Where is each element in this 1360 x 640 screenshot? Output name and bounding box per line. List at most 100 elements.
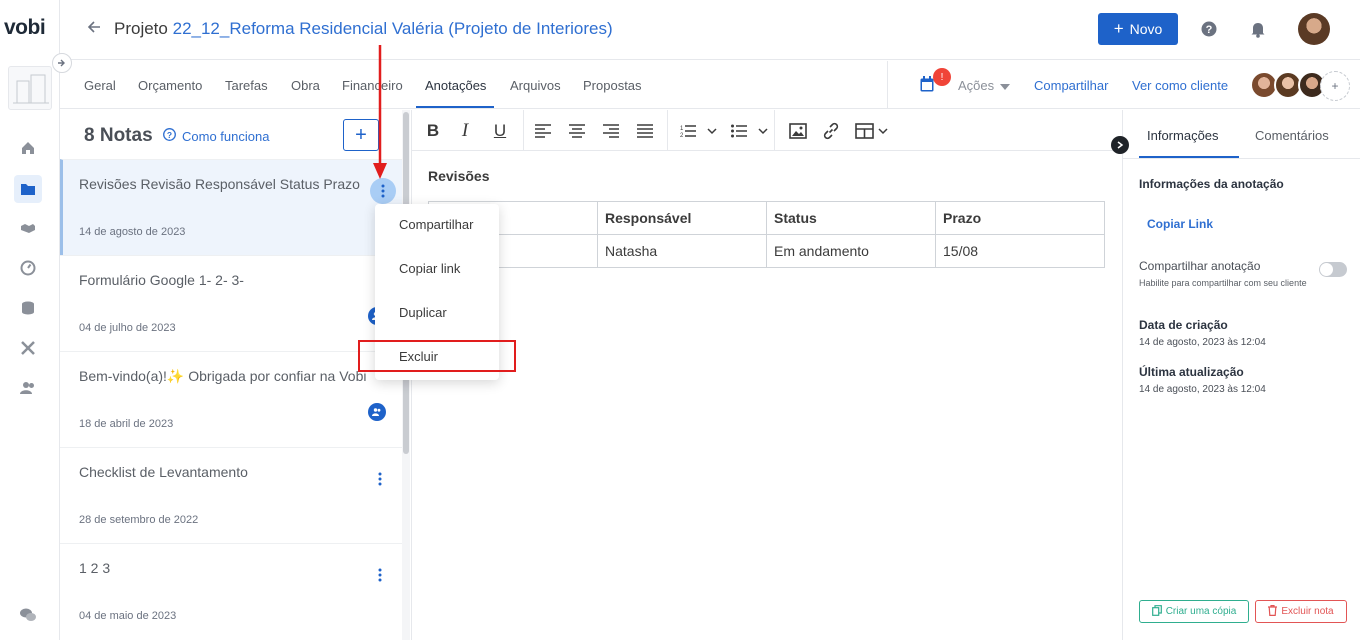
- chat-icon[interactable]: [14, 601, 42, 629]
- new-button-label: Novo: [1129, 21, 1163, 37]
- divider: [887, 61, 888, 109]
- coins-icon[interactable]: [14, 294, 42, 322]
- note-item[interactable]: Bem-vindo(a)!✨ Obrigada por confiar na V…: [60, 351, 402, 447]
- tab-comentarios[interactable]: Comentários: [1255, 128, 1329, 143]
- calendar-icon[interactable]: [920, 76, 934, 97]
- note-date: 28 de setembro de 2022: [79, 514, 199, 526]
- note-date: 14 de agosto de 2023: [79, 226, 186, 238]
- align-right-icon[interactable]: [602, 120, 620, 142]
- tab-informacoes[interactable]: Informações: [1147, 128, 1219, 143]
- link-icon[interactable]: [821, 120, 841, 142]
- tab-obra[interactable]: Obra: [291, 78, 320, 93]
- delete-note-label: Excluir nota: [1281, 606, 1334, 617]
- toggle-knob: [1320, 263, 1333, 276]
- top-bar: Projeto 22_12_Reforma Residencial Valéri…: [60, 0, 1360, 60]
- home-icon[interactable]: [14, 134, 42, 162]
- svg-text:2: 2: [680, 133, 684, 138]
- toolbar-separator: [667, 110, 668, 151]
- active-tab-indicator: [1139, 156, 1239, 158]
- underline-icon[interactable]: U: [491, 120, 509, 142]
- collapse-panel-button[interactable]: [1111, 136, 1129, 154]
- tab-arquivos[interactable]: Arquivos: [510, 78, 561, 93]
- shared-users-icon: [368, 403, 386, 421]
- menu-item-copy-link[interactable]: Copiar link: [399, 261, 460, 276]
- share-note-toggle[interactable]: [1319, 262, 1347, 277]
- share-note-help: Habilite para compartilhar com seu clien…: [1139, 278, 1307, 288]
- red-arrow-annotation: [373, 45, 387, 179]
- svg-text:1: 1: [680, 126, 684, 132]
- note-date: 18 de abril de 2023: [79, 418, 174, 430]
- actions-label: Ações: [958, 78, 995, 93]
- menu-item-duplicate[interactable]: Duplicar: [399, 305, 447, 320]
- actions-dropdown[interactable]: Ações: [958, 78, 1011, 93]
- users-icon[interactable]: [14, 374, 42, 402]
- handshake-icon[interactable]: [14, 214, 42, 242]
- gauge-icon[interactable]: [14, 254, 42, 282]
- tab-geral[interactable]: Geral: [84, 78, 116, 93]
- note-item[interactable]: Revisões Revisão Responsável Status Praz…: [60, 159, 402, 255]
- more-options-icon[interactable]: [367, 466, 393, 492]
- bullet-list-icon[interactable]: [730, 120, 770, 142]
- bold-icon[interactable]: B: [424, 120, 442, 142]
- delete-highlight-box: [358, 340, 516, 372]
- align-left-icon[interactable]: [534, 120, 552, 142]
- italic-icon[interactable]: I: [456, 120, 474, 142]
- menu-item-share[interactable]: Compartilhar: [399, 217, 473, 232]
- how-it-works-link[interactable]: ? Como funciona: [163, 128, 269, 144]
- project-name[interactable]: 22_12_Reforma Residencial Valéria (Proje…: [173, 19, 613, 38]
- copy-icon: [1151, 604, 1162, 619]
- tools-icon[interactable]: [14, 334, 42, 362]
- vobi-logo[interactable]: vobi: [4, 16, 46, 40]
- share-link[interactable]: Compartilhar: [1034, 78, 1108, 93]
- chevron-down-icon: [1000, 78, 1011, 93]
- left-nav-rail: vobi: [0, 0, 60, 640]
- table-icon[interactable]: [855, 120, 891, 142]
- note-item[interactable]: Checklist de Levantamento 28 de setembro…: [60, 447, 402, 543]
- table-cell[interactable]: Natasha: [597, 234, 767, 268]
- table-header-cell[interactable]: Prazo: [935, 201, 1105, 235]
- delete-note-button[interactable]: Excluir nota: [1255, 600, 1347, 623]
- table-cell[interactable]: 15/08: [935, 234, 1105, 268]
- editor-toolbar: B I U 12: [412, 110, 1122, 151]
- share-note-label: Compartilhar anotação: [1139, 259, 1261, 273]
- more-options-icon[interactable]: [367, 562, 393, 588]
- table-header-cell[interactable]: Status: [766, 201, 936, 235]
- copy-link-button[interactable]: Copiar Link: [1147, 217, 1213, 231]
- note-item[interactable]: 1 2 3 04 de maio de 2023: [60, 543, 402, 639]
- document-heading[interactable]: Revisões: [428, 168, 489, 184]
- note-item[interactable]: Formulário Google 1- 2- 3- 04 de julho d…: [60, 255, 402, 351]
- project-tabs: Geral Orçamento Tarefas Obra Financeiro …: [60, 61, 1360, 109]
- note-title: Revisões Revisão Responsável Status Praz…: [79, 176, 360, 192]
- tab-orcamento[interactable]: Orçamento: [138, 78, 202, 93]
- plus-icon: +: [1113, 19, 1124, 38]
- user-avatar[interactable]: [1298, 13, 1330, 45]
- add-team-member-button[interactable]: +: [1320, 71, 1350, 101]
- note-date: 04 de julho de 2023: [79, 322, 176, 334]
- create-copy-label: Criar uma cópia: [1165, 606, 1237, 617]
- svg-text:?: ?: [167, 130, 172, 140]
- view-as-client-link[interactable]: Ver como cliente: [1132, 78, 1228, 93]
- image-icon[interactable]: [788, 120, 808, 142]
- align-justify-icon[interactable]: [636, 120, 654, 142]
- company-logo[interactable]: [8, 66, 52, 110]
- note-info-panel: Informações Comentários Informações da a…: [1122, 110, 1360, 640]
- create-copy-button[interactable]: Criar uma cópia: [1139, 600, 1249, 623]
- back-arrow-icon[interactable]: [86, 19, 102, 40]
- table-cell[interactable]: Em andamento: [766, 234, 936, 268]
- tab-propostas[interactable]: Propostas: [583, 78, 642, 93]
- tab-anotacoes[interactable]: Anotações: [425, 78, 486, 93]
- help-icon[interactable]: ?: [1201, 21, 1217, 42]
- ordered-list-icon[interactable]: 12: [679, 120, 719, 142]
- align-center-icon[interactable]: [568, 120, 586, 142]
- new-button[interactable]: + Novo: [1098, 13, 1178, 45]
- table-header-row: Responsável Status Prazo: [428, 201, 1105, 235]
- tab-tarefas[interactable]: Tarefas: [225, 78, 268, 93]
- more-options-icon[interactable]: [370, 178, 396, 204]
- document-table[interactable]: Responsável Status Prazo Natasha Em anda…: [428, 201, 1105, 268]
- info-tabs: Informações Comentários: [1123, 110, 1360, 159]
- expand-rail-button[interactable]: [52, 53, 72, 73]
- folder-icon[interactable]: [14, 175, 42, 203]
- table-header-cell[interactable]: Responsável: [597, 201, 767, 235]
- updated-value: 14 de agosto, 2023 às 12:04: [1139, 384, 1266, 395]
- bell-icon[interactable]: [1250, 20, 1266, 43]
